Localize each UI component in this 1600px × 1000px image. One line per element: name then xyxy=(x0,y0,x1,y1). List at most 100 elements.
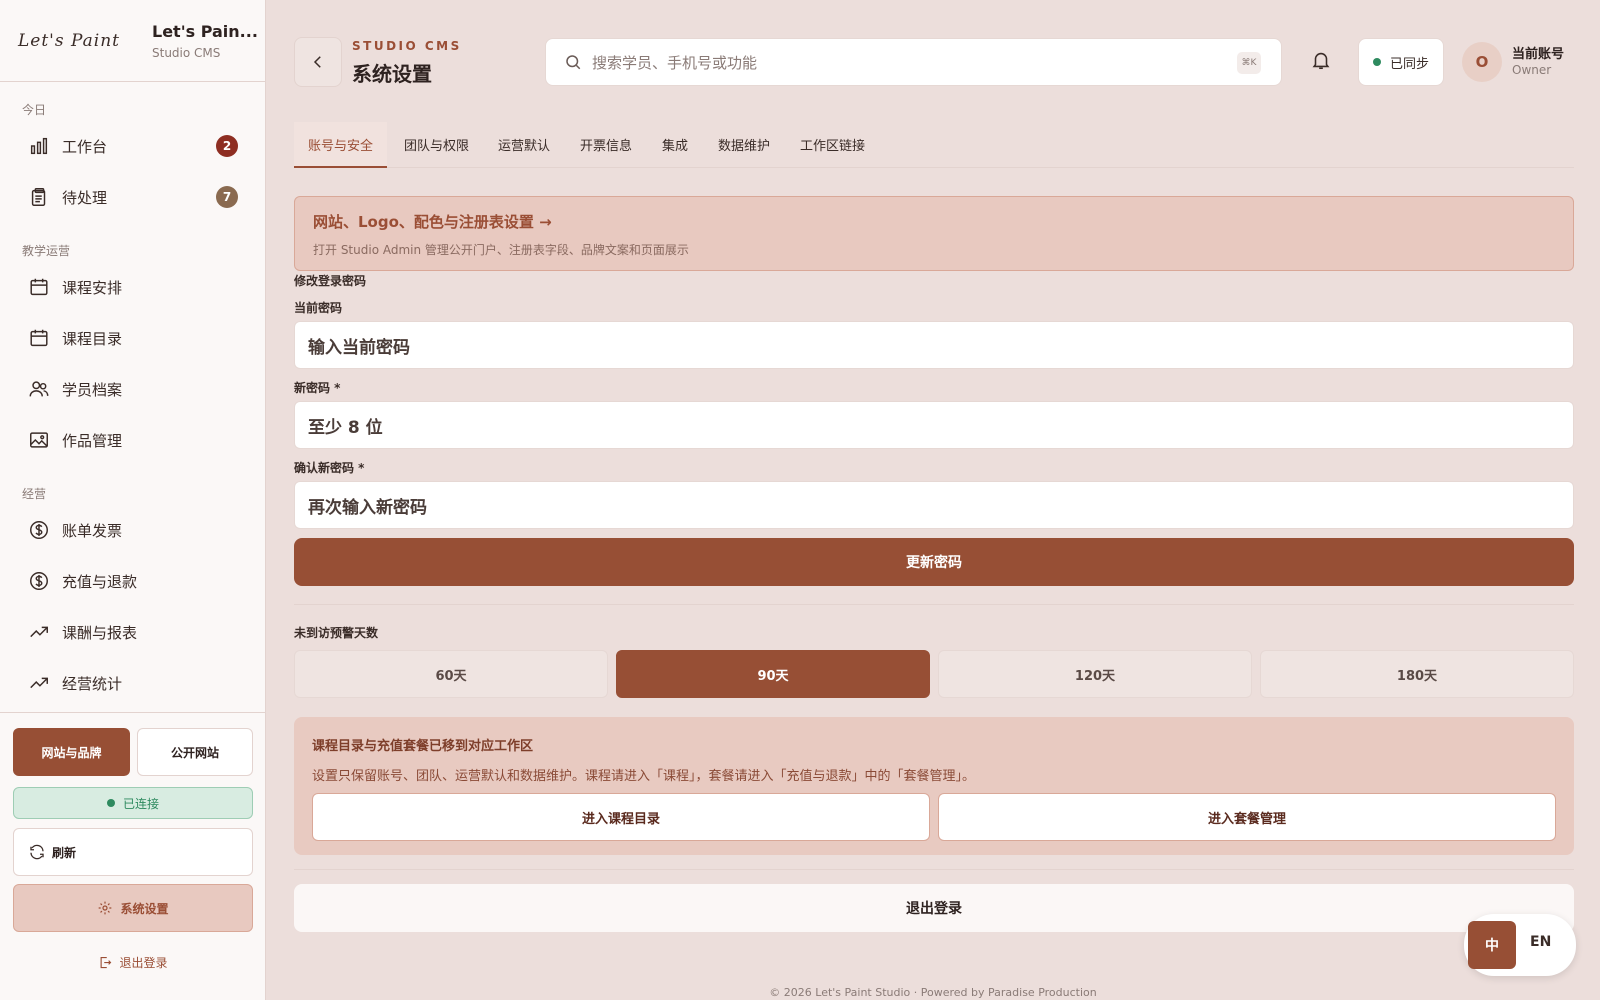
count-badge: 2 xyxy=(216,135,238,157)
sync-status[interactable]: 已同步 xyxy=(1358,38,1444,86)
sidebar: Let's Paint Let's Pain... Studio CMS 今日 … xyxy=(0,0,266,1000)
chevron-left-icon xyxy=(313,56,321,68)
sidebar-item-catalog[interactable]: 课程目录 xyxy=(14,316,252,360)
go-course-catalog-button[interactable]: 进入课程目录 xyxy=(312,793,930,841)
sidebar-item-schedule[interactable]: 课程安排 xyxy=(14,265,252,309)
banner-description: 打开 Studio Admin 管理公开门户、注册表字段、品牌文案和页面展示 xyxy=(313,243,689,257)
public-site-button[interactable]: 公开网站 xyxy=(137,728,253,776)
gear-icon xyxy=(99,901,112,915)
moved-notice: 课程目录与充值套餐已移到对应工作区 设置只保留账号、团队、运营默认和数据维护。课… xyxy=(294,717,1574,855)
sidebar-item-label: 学员档案 xyxy=(62,380,123,399)
sidebar-item-students[interactable]: 学员档案 xyxy=(14,367,252,411)
account-role: Owner xyxy=(1512,63,1552,77)
users-icon xyxy=(29,381,49,397)
sync-status-label: 已同步 xyxy=(1389,56,1429,72)
footer: © 2026 Let's Paint Studio · Powered by P… xyxy=(769,986,1097,999)
sidebar-item-payroll-reports[interactable]: 课酬与报表 xyxy=(14,610,252,654)
header-kicker: STUDIO CMS xyxy=(352,39,462,53)
avatar[interactable]: O xyxy=(1462,42,1502,82)
status-dot xyxy=(1372,58,1381,66)
days-option-120[interactable]: 120天 xyxy=(938,650,1252,698)
sidebar-item-label: 待处理 xyxy=(62,188,108,207)
tab-invoice-info[interactable]: 开票信息 xyxy=(566,122,646,168)
calendar-icon xyxy=(30,278,48,296)
tab-account-security[interactable]: 账号与安全 xyxy=(294,122,388,168)
dollar-icon xyxy=(30,572,48,590)
tab-integrations[interactable]: 集成 xyxy=(648,122,702,168)
visit-warning-label: 未到访预警天数 xyxy=(294,626,379,640)
current-password-placeholder: 输入当前密码 xyxy=(308,337,410,358)
sidebar-item-pending[interactable]: 待处理 7 xyxy=(14,175,252,219)
website-brand-button[interactable]: 网站与品牌 xyxy=(13,728,130,776)
notice-title: 课程目录与充值套餐已移到对应工作区 xyxy=(312,739,534,754)
sidebar-item-topup-refund[interactable]: 充值与退款 xyxy=(14,559,252,603)
brand[interactable]: Let's Paint Let's Pain... Studio CMS xyxy=(0,0,265,82)
days-option-90[interactable]: 90天 xyxy=(616,650,930,698)
confirm-password-label: 确认新密码 * xyxy=(294,461,365,475)
connection-status: 已连接 xyxy=(13,787,253,819)
count-badge: 7 xyxy=(216,186,238,208)
banner-title: 网站、Logo、配色与注册表设置 → xyxy=(313,213,552,231)
days-option-180[interactable]: 180天 xyxy=(1260,650,1574,698)
clipboard-icon xyxy=(31,188,46,206)
sidebar-item-label: 课酬与报表 xyxy=(62,623,138,642)
settings-button[interactable]: 系统设置 xyxy=(13,884,253,932)
sidebar-item-label: 经营统计 xyxy=(62,674,123,693)
studio-admin-banner[interactable]: 网站、Logo、配色与注册表设置 → 打开 Studio Admin 管理公开门… xyxy=(294,196,1574,271)
bar-chart-icon xyxy=(30,137,48,155)
sidebar-footer: 网站与品牌 公开网站 已连接 刷新 系统设置 退出登录 xyxy=(0,712,266,1000)
sidebar-item-label: 工作台 xyxy=(62,137,108,156)
logout-icon xyxy=(101,956,112,968)
nav-group-business: 经营 xyxy=(22,487,47,501)
divider xyxy=(294,869,1574,870)
tab-operation-defaults[interactable]: 运营默认 xyxy=(484,122,564,168)
sidebar-item-workbench[interactable]: 工作台 2 xyxy=(14,124,252,168)
refresh-button[interactable]: 刷新 xyxy=(13,828,253,876)
dollar-icon xyxy=(30,521,48,539)
logout-button[interactable]: 退出登录 xyxy=(294,884,1574,932)
tab-data-maintenance[interactable]: 数据维护 xyxy=(704,122,784,168)
shortcut-hint: ⌘K xyxy=(1237,52,1261,74)
confirm-password-field[interactable]: 再次输入新密码 xyxy=(294,481,1574,529)
refresh-icon xyxy=(30,844,44,860)
new-password-field[interactable]: 至少 8 位 xyxy=(294,401,1574,449)
settings-tabs: 账号与安全 团队与权限 运营默认 开票信息 集成 数据维护 工作区链接 xyxy=(294,122,1574,168)
bell-icon xyxy=(1312,52,1330,70)
sidebar-item-label: 账单发票 xyxy=(62,521,123,540)
language-switcher: 中 EN xyxy=(1464,914,1576,976)
sidebar-logout-label: 退出登录 xyxy=(119,955,168,970)
sidebar-item-artworks[interactable]: 作品管理 xyxy=(14,418,252,462)
sidebar-item-label: 课程目录 xyxy=(62,329,123,348)
trend-icon xyxy=(30,677,48,689)
nav-group-teaching: 教学运营 xyxy=(22,244,71,258)
sidebar-item-business-stats[interactable]: 经营统计 xyxy=(14,661,252,705)
brand-name: Let's Pain... xyxy=(152,21,258,41)
account-name[interactable]: 当前账号 xyxy=(1512,43,1564,62)
sidebar-item-invoices[interactable]: 账单发票 xyxy=(14,508,252,552)
search-placeholder: 搜索学员、手机号或功能 xyxy=(592,53,758,72)
brand-subtitle: Studio CMS xyxy=(152,45,221,60)
tab-workspace-links[interactable]: 工作区链接 xyxy=(786,122,879,168)
notification-button[interactable] xyxy=(1310,49,1332,75)
sidebar-item-label: 课程安排 xyxy=(62,278,123,297)
sidebar-item-label: 作品管理 xyxy=(62,431,123,450)
lang-en-button[interactable]: EN xyxy=(1530,934,1551,950)
search-icon xyxy=(566,55,581,70)
search-input[interactable]: 搜索学员、手机号或功能 ⌘K xyxy=(545,38,1282,86)
new-password-label: 新密码 * xyxy=(294,381,341,395)
update-password-button[interactable]: 更新密码 xyxy=(294,538,1574,586)
nav-group-today: 今日 xyxy=(22,103,47,117)
current-password-field[interactable]: 输入当前密码 xyxy=(294,321,1574,369)
brand-logo: Let's Paint xyxy=(18,30,121,51)
trend-icon xyxy=(30,626,48,638)
calendar-icon xyxy=(30,329,48,347)
tab-team-permissions[interactable]: 团队与权限 xyxy=(390,122,483,168)
current-password-label: 当前密码 xyxy=(294,301,343,315)
page-title: 系统设置 xyxy=(352,62,432,86)
back-button[interactable] xyxy=(294,37,342,87)
days-option-60[interactable]: 60天 xyxy=(294,650,608,698)
divider xyxy=(294,604,1574,605)
sidebar-logout-button[interactable]: 退出登录 xyxy=(13,941,253,983)
lang-zh-button[interactable]: 中 xyxy=(1468,921,1516,969)
go-package-management-button[interactable]: 进入套餐管理 xyxy=(938,793,1556,841)
